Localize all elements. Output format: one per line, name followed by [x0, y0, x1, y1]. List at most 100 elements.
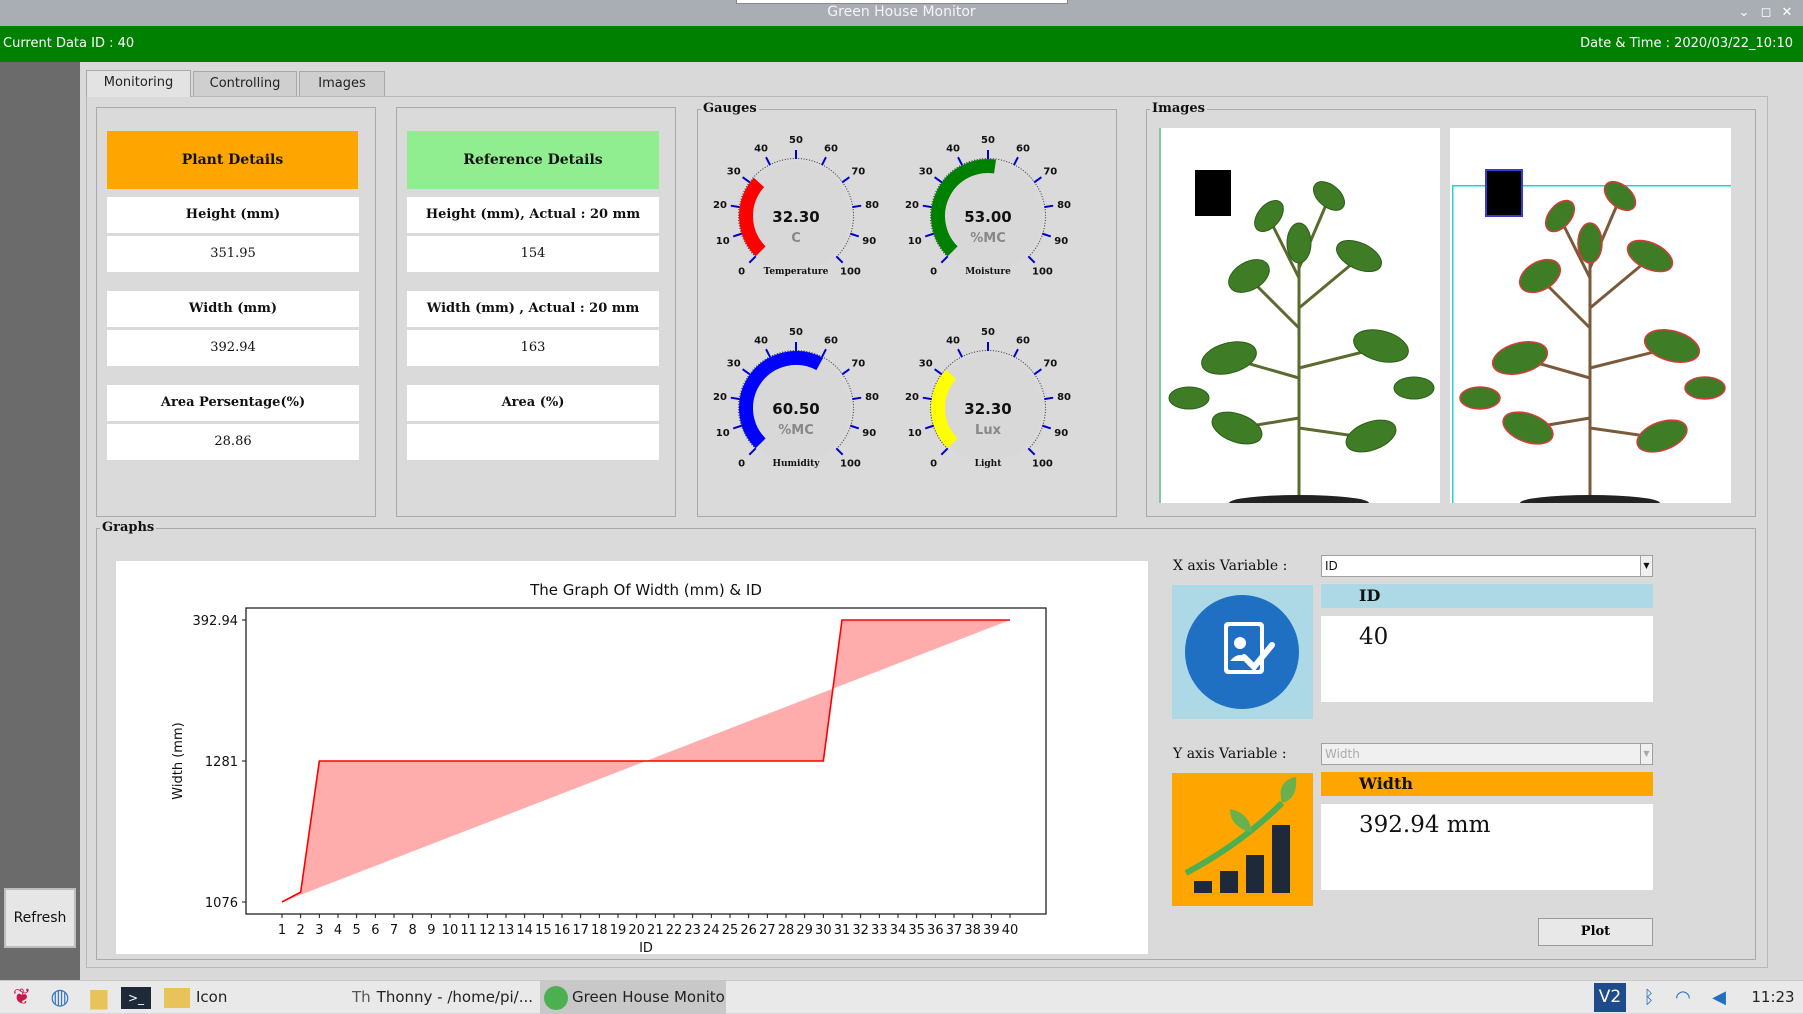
gauge-tick [831, 170, 832, 171]
gauge-tick [837, 368, 838, 369]
volume-icon[interactable]: ◀ [1706, 981, 1732, 1014]
x-tick-label: 14 [516, 923, 533, 938]
gauge-tick [835, 174, 836, 175]
gauge-tick [943, 180, 944, 181]
chevron-down-icon[interactable]: ▼ [1640, 744, 1652, 764]
gauge-tick-label: 30 [727, 167, 741, 178]
gauge-tick [950, 364, 951, 365]
taskbar-item-greenhouse[interactable]: Green House Monitor [540, 981, 726, 1014]
gauge-tick-label: 90 [862, 428, 876, 439]
x-tick-label: 5 [353, 923, 361, 938]
y-variable-name: Width [1321, 772, 1653, 796]
x-axis-select[interactable]: ID ▼ [1321, 555, 1653, 577]
x-tick-label: 23 [684, 923, 701, 938]
reference-details-header: Reference Details [407, 131, 659, 189]
taskbar-item-icon[interactable]: Icon [164, 981, 344, 1014]
bluetooth-icon[interactable]: ᛒ [1638, 981, 1660, 1014]
maximize-icon[interactable]: ◻ [1758, 5, 1774, 21]
gauge-tick [1027, 366, 1028, 367]
gauge-tick [944, 178, 945, 179]
ref-area-label: Area (%) [407, 385, 659, 421]
file-manager-icon[interactable]: ▆ [84, 981, 114, 1014]
plant-image-segmented [1450, 128, 1731, 503]
gauge-tick [752, 370, 753, 371]
gauge-tick [751, 252, 752, 253]
plot-button[interactable]: Plot [1538, 918, 1653, 946]
gauge-tick [1042, 234, 1051, 237]
current-data-id: Current Data ID : 40 [3, 36, 134, 51]
gauge-tick-label: 80 [865, 200, 879, 211]
gauge-tick [758, 364, 759, 365]
close-icon[interactable]: ✕ [1779, 5, 1795, 21]
gauge-tick [751, 180, 752, 181]
y-axis-label: Y axis Variable : [1173, 746, 1287, 762]
x-tick-label: 18 [591, 923, 608, 938]
x-tick-label: 3 [315, 923, 323, 938]
taskbar-item-thonny[interactable]: ThThonny - /home/pi/... [352, 981, 538, 1014]
gauge-tick [1029, 368, 1030, 369]
gauge-tick [840, 180, 841, 181]
gauge-light: 010203040506070809010032.30LuxLight [905, 327, 1071, 469]
gauge-tick [844, 184, 845, 185]
gauge-tick [925, 234, 934, 237]
gauge-tick-label: 70 [1043, 359, 1057, 370]
gauge-tick [948, 174, 949, 175]
gauge-tick [957, 167, 958, 168]
wifi-icon[interactable]: ◠ [1670, 981, 1696, 1014]
gauge-tick [746, 186, 747, 187]
gauge-tick [852, 398, 861, 399]
gauge-tick [748, 248, 749, 249]
gauge-tick-label: 100 [1032, 458, 1053, 469]
minimize-icon[interactable]: ⌄ [1736, 5, 1752, 21]
id-icon-tile [1172, 585, 1313, 719]
gauge-tick [1034, 369, 1041, 374]
gauge-tick [749, 256, 755, 262]
browser-icon[interactable]: ◍ [46, 981, 74, 1014]
gauge-tick [845, 438, 846, 439]
gauge-label: Light [975, 459, 1003, 469]
taskbar-clock: 11:23 [1748, 981, 1798, 1014]
tab-monitoring[interactable]: Monitoring [86, 70, 191, 97]
x-axis-title: ID [639, 941, 653, 954]
gauge-tick [925, 426, 934, 429]
terminal-icon[interactable]: >_ [121, 987, 151, 1009]
refresh-button[interactable]: Refresh [4, 888, 76, 948]
gauge-tick [766, 349, 770, 357]
y-axis-title: Width (mm) [171, 722, 186, 799]
gauge-tick-label: 40 [946, 143, 960, 154]
gauge-tick [748, 184, 749, 185]
gauge-tick-label: 0 [930, 458, 937, 469]
x-tick-label: 39 [983, 923, 1000, 938]
gauge-tick-label: 60 [1016, 143, 1030, 154]
gauge-tick-label: 80 [1057, 200, 1071, 211]
gauge-tick [1030, 254, 1031, 255]
gauge-tick [836, 256, 842, 262]
gauge-tick-label: 100 [840, 266, 861, 277]
gauge-tick [743, 369, 750, 374]
x-axis-select-value: ID [1325, 559, 1338, 573]
x-tick-label: 28 [778, 923, 795, 938]
vnc-icon[interactable]: V2 [1594, 983, 1626, 1012]
gauge-tick [950, 172, 951, 173]
gauge-unit: %MC [778, 423, 814, 438]
gauge-tick [1032, 372, 1033, 373]
gauge-unit: C [791, 231, 801, 246]
x-tick-label: 27 [759, 923, 776, 938]
gauge-temperature: 010203040506070809010032.30CTemperature [713, 135, 879, 277]
y-axis-select[interactable]: Width ▼ [1321, 743, 1653, 765]
x-tick-label: 37 [946, 923, 963, 938]
gauge-tick [1021, 169, 1022, 170]
raspberry-menu-icon[interactable]: ❦ [8, 981, 36, 1014]
gauge-tick [840, 372, 841, 373]
chart-container: The Graph Of Width (mm) & ID123456789101… [116, 561, 1148, 954]
gauge-tick-label: 70 [1043, 167, 1057, 178]
gauge-tick-label: 0 [930, 266, 937, 277]
chevron-down-icon[interactable]: ▼ [1640, 556, 1652, 576]
gauge-tick-label: 90 [1054, 236, 1068, 247]
gauge-tick-label: 60 [824, 335, 838, 346]
gauge-tick [838, 254, 839, 255]
taskbar: ❦ ◍ ▆ >_ Icon ThThonny - /home/pi/... Gr… [0, 980, 1803, 1013]
tab-controlling[interactable]: Controlling [193, 71, 297, 96]
tab-images[interactable]: Images [299, 71, 385, 96]
gauge-tick [1032, 444, 1033, 445]
